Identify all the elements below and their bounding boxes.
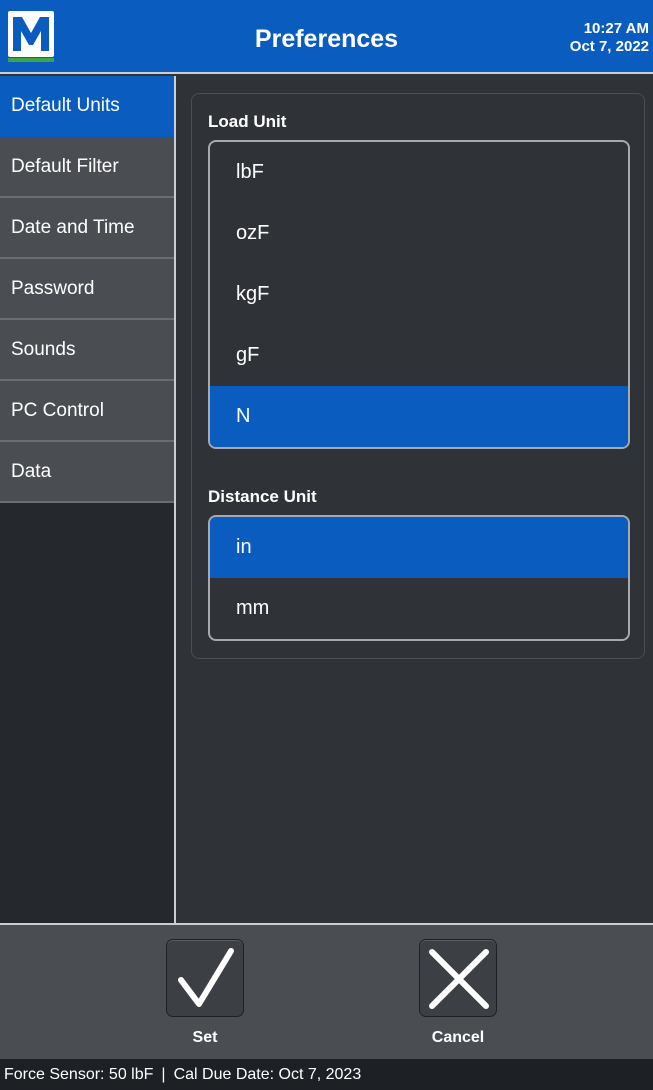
load-unit-option-lbf[interactable]: lbF bbox=[210, 142, 628, 203]
option-label: lbF bbox=[236, 161, 264, 183]
content-area: Load Unit lbF ozF kgF gF N Distance Unit… bbox=[178, 76, 653, 923]
force-sensor-status: Force Sensor: 50 lbF bbox=[4, 1066, 154, 1083]
status-separator: | bbox=[161, 1066, 166, 1083]
option-label: gF bbox=[236, 344, 260, 366]
logo-underline bbox=[8, 58, 54, 62]
option-label: mm bbox=[236, 597, 270, 619]
preferences-screen: Preferences 10:27 AM Oct 7, 2022 Default… bbox=[0, 0, 653, 1090]
sidebar-item-date-and-time[interactable]: Date and Time bbox=[0, 198, 174, 259]
distance-unit-option-mm[interactable]: mm bbox=[210, 578, 628, 639]
sidebar: Default Units Default Filter Date and Ti… bbox=[0, 76, 176, 923]
option-label: ozF bbox=[236, 222, 270, 244]
distance-unit-list: in mm bbox=[208, 515, 630, 641]
sidebar-item-label: Password bbox=[11, 277, 95, 299]
sidebar-item-label: Date and Time bbox=[11, 216, 135, 238]
clock-date: Oct 7, 2022 bbox=[569, 38, 649, 55]
sidebar-item-default-filter[interactable]: Default Filter bbox=[0, 137, 174, 198]
header-bar: Preferences 10:27 AM Oct 7, 2022 bbox=[0, 0, 653, 74]
sidebar-item-label: Sounds bbox=[11, 338, 76, 360]
sidebar-item-pc-control[interactable]: PC Control bbox=[0, 381, 174, 442]
clock-time: 10:27 AM bbox=[583, 20, 649, 37]
sidebar-item-label: PC Control bbox=[11, 399, 104, 421]
option-label: kgF bbox=[236, 283, 270, 305]
distance-unit-label: Distance Unit bbox=[208, 487, 317, 506]
load-unit-list: lbF ozF kgF gF N bbox=[208, 140, 630, 449]
load-unit-label: Load Unit bbox=[208, 112, 287, 131]
option-label: in bbox=[236, 536, 252, 558]
cancel-label: Cancel bbox=[431, 1029, 485, 1046]
load-unit-option-gf[interactable]: gF bbox=[210, 325, 628, 386]
status-bar: Force Sensor: 50 lbF | Cal Due Date: Oct 7… bbox=[0, 1059, 653, 1090]
distance-unit-option-in[interactable]: in bbox=[210, 517, 628, 578]
action-bar: Set Cancel bbox=[0, 923, 653, 1059]
checkmark-icon bbox=[178, 948, 234, 1007]
load-unit-option-n[interactable]: N bbox=[210, 386, 628, 447]
clock: 10:27 AM Oct 7, 2022 bbox=[570, 20, 649, 56]
cancel-button[interactable] bbox=[419, 939, 497, 1017]
load-unit-option-ozf[interactable]: ozF bbox=[210, 203, 628, 264]
sidebar-item-default-units[interactable]: Default Units bbox=[0, 76, 174, 137]
sidebar-item-sounds[interactable]: Sounds bbox=[0, 320, 174, 381]
sidebar-item-password[interactable]: Password bbox=[0, 259, 174, 320]
load-unit-option-kgf[interactable]: kgF bbox=[210, 264, 628, 325]
cal-due-date: Cal Due Date: Oct 7, 2023 bbox=[173, 1066, 362, 1083]
sidebar-item-label: Data bbox=[11, 460, 52, 482]
sidebar-item-data[interactable]: Data bbox=[0, 442, 174, 503]
set-button[interactable] bbox=[166, 939, 244, 1017]
page-title: Preferences bbox=[254, 25, 399, 53]
sidebar-item-label: Default Filter bbox=[11, 155, 119, 177]
close-icon bbox=[429, 949, 489, 1009]
set-label: Set bbox=[192, 1029, 218, 1046]
option-label: N bbox=[236, 405, 251, 427]
sidebar-item-label: Default Units bbox=[11, 94, 120, 116]
units-panel: Load Unit lbF ozF kgF gF N Distance Unit… bbox=[191, 93, 645, 659]
